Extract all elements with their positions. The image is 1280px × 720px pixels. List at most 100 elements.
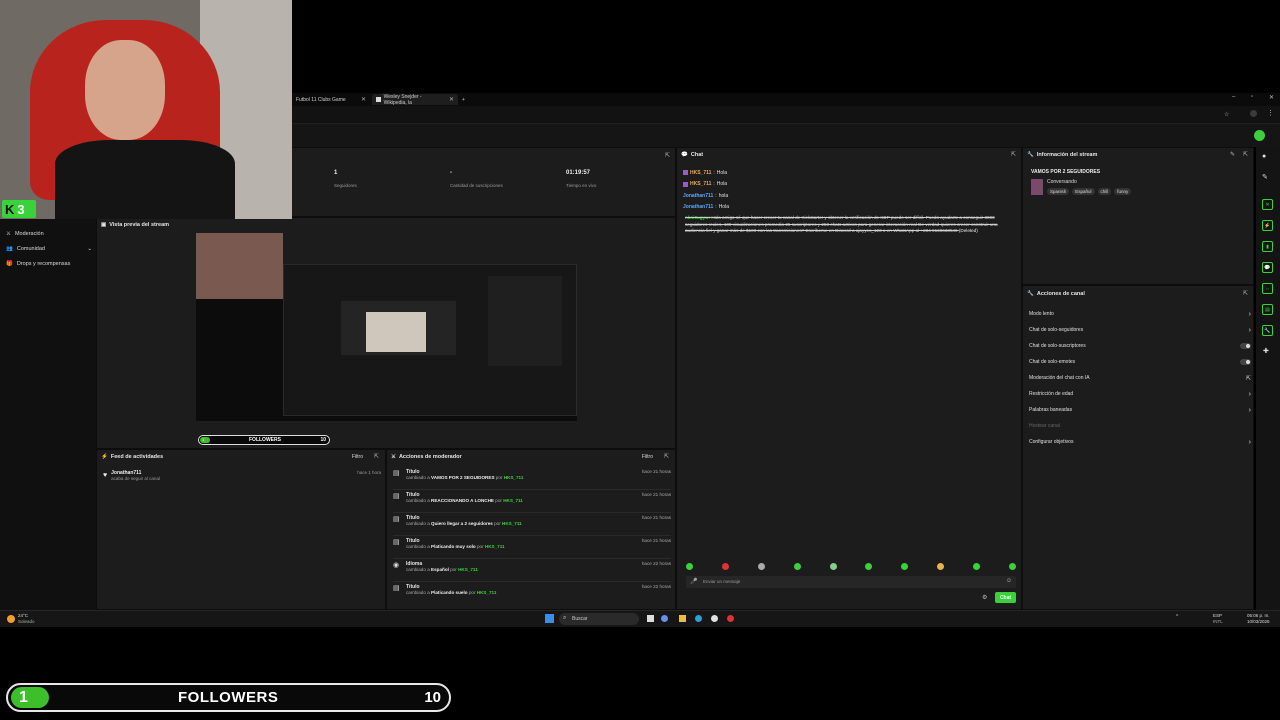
channel-actions-panel: 🔧 Acciones de canal ⇱ Modo lento › Chat de … — [1022, 285, 1254, 610]
popout-icon[interactable]: ⇱ — [665, 152, 670, 159]
mod-action-user[interactable]: HKS_711 — [502, 521, 522, 526]
popout-icon[interactable]: ⇱ — [1011, 151, 1016, 158]
mic-icon[interactable]: 🎤 — [690, 578, 697, 585]
emote-icon[interactable] — [973, 563, 980, 570]
filter-button[interactable]: Filtro — [352, 454, 363, 460]
popout-icon[interactable]: ⇱ — [1243, 290, 1248, 297]
channel-action-6[interactable]: Palabras baneadas › — [1029, 402, 1251, 418]
close-icon[interactable]: ✕ — [361, 96, 366, 103]
chrome-icon[interactable] — [711, 615, 718, 622]
taskview-icon[interactable] — [647, 615, 654, 622]
tag[interactable]: Español — [1072, 188, 1095, 195]
windows-start-icon[interactable] — [545, 614, 554, 623]
mod-action-user[interactable]: HKS_711 — [477, 590, 497, 595]
emote-icon[interactable] — [901, 563, 909, 570]
rail-button[interactable]: ✕ — [1262, 199, 1273, 210]
mod-action-body: Título cambiado a Platicando suelo por HK… — [406, 584, 638, 604]
profile-icon[interactable] — [1250, 110, 1257, 117]
popout-icon[interactable]: ⇱ — [1243, 151, 1248, 158]
emote-icon[interactable] — [686, 563, 693, 570]
folder-icon[interactable] — [679, 615, 686, 622]
channel-action-8[interactable]: Configurar objetivos › — [1029, 434, 1251, 450]
toggle-switch[interactable] — [1240, 359, 1251, 365]
lang[interactable]: ESP — [1213, 613, 1222, 618]
tag[interactable]: funny — [1114, 188, 1132, 195]
toggle-switch[interactable] — [1240, 343, 1251, 349]
mod-action-desc: cambiado a Quiero llegar a 2 seguidores … — [406, 521, 638, 526]
rail-button[interactable]: ⇔ — [1262, 283, 1273, 294]
minimize-icon[interactable]: – — [1232, 94, 1235, 100]
emote-icon[interactable] — [829, 563, 837, 570]
app-icon[interactable] — [727, 615, 734, 622]
edge-icon[interactable] — [695, 615, 702, 622]
tag[interactable]: chill — [1097, 188, 1112, 195]
external-link-icon[interactable]: ⇱ — [1246, 375, 1251, 382]
rail-button[interactable]: 💬 — [1262, 262, 1273, 273]
close-window-icon[interactable]: ✕ — [1269, 94, 1274, 101]
maximize-icon[interactable]: ▫ — [1251, 94, 1253, 100]
emote-icon[interactable] — [793, 563, 801, 570]
mod-action-user[interactable]: HKS_711 — [503, 498, 523, 503]
settings-icon[interactable]: ⚙ — [982, 594, 987, 601]
chat-user[interactable]: Jonathan711 — [683, 193, 713, 199]
channel-action-4[interactable]: Moderación del chat con IA ⇱ — [1029, 370, 1251, 386]
menu-icon[interactable]: ⋮ — [1267, 109, 1274, 117]
browser-tab[interactable]: Futbol 11 Clubs Game ✕ — [292, 94, 370, 105]
new-tab-button[interactable]: + — [458, 94, 470, 105]
rail-icon[interactable]: ✚ — [1263, 347, 1269, 355]
channel-actions-title: 🔧 Acciones de canal — [1027, 291, 1085, 297]
rail-button[interactable]: ▤ — [1262, 304, 1273, 315]
deleted-tag: (Deleted) — [958, 228, 978, 234]
rail-button[interactable]: ⚡ — [1262, 220, 1273, 231]
pencil-icon[interactable]: ✎ — [1262, 173, 1268, 181]
stream-video[interactable] — [196, 233, 577, 421]
mod-action-user[interactable]: HKS_711 — [458, 567, 478, 572]
bolt-icon: ⚡ — [101, 454, 108, 460]
mod-action-body: Título cambiado a VAMOS POR 2 SEGUIDORES … — [406, 469, 638, 489]
popout-icon[interactable]: ⇱ — [374, 453, 379, 460]
sidebar-item-moderacion[interactable]: ⚔ Moderación — [6, 226, 92, 241]
app-icon[interactable] — [661, 615, 668, 622]
emote-icon[interactable] — [937, 563, 945, 570]
channel-action-3[interactable]: Chat de solo-emotes — [1029, 354, 1251, 370]
rail-button[interactable]: 🔧 — [1262, 325, 1273, 336]
tag[interactable]: Spanish — [1047, 188, 1070, 195]
followers-goal-bar: 1 FOLLOWERS 10 — [6, 683, 451, 712]
chevron-right-icon: › — [1248, 310, 1251, 318]
rail-button[interactable]: ▮ — [1262, 241, 1273, 252]
address-bar[interactable]: ☆ ⋮ — [292, 106, 1280, 124]
sidebar-item-comunidad[interactable]: 👥 Comunidad ⌄ — [6, 241, 92, 256]
emote-icon[interactable] — [757, 563, 765, 570]
channel-action-1[interactable]: Chat de solo-seguidores › — [1029, 322, 1251, 338]
users-icon: 👥 — [6, 245, 13, 252]
mod-action-user[interactable]: HKS_711 — [485, 544, 505, 549]
filter-button[interactable]: Filtro — [642, 454, 653, 460]
mod-action-item: ▤ Título cambiado a Quiero llegar a 2 segu… — [393, 515, 671, 535]
sidebar-item-drops[interactable]: 🎁 Drops y recompensas — [6, 256, 92, 271]
mod-action-user[interactable]: HKS_711 — [504, 475, 524, 480]
emote-icon[interactable] — [1008, 563, 1016, 570]
rail-icon[interactable]: ● — [1262, 153, 1266, 160]
browser-tab-active[interactable]: Wesley Snejder - Wikipedia, la ✕ — [372, 94, 458, 106]
close-icon[interactable]: ✕ — [449, 96, 454, 103]
chat-user[interactable]: Jonathan711 — [683, 204, 713, 210]
channel-action-0[interactable]: Modo lento › — [1029, 306, 1251, 322]
emoji-icon[interactable]: ☺ — [1006, 578, 1012, 584]
popout-icon[interactable]: ⇱ — [664, 453, 669, 460]
chat-input[interactable]: 🎤 Enviar un mensaje ☺ — [686, 576, 1016, 588]
taskbar-search[interactable]: ⌕ Buscar — [559, 613, 639, 625]
tray-chevron-icon[interactable]: ^ — [1176, 614, 1178, 620]
send-chat-button[interactable]: Chat — [995, 592, 1016, 603]
edit-icon[interactable]: ✎ — [1230, 151, 1235, 158]
chat-user[interactable]: HKS_711 — [690, 181, 711, 187]
channel-action-2[interactable]: Chat de solo-suscriptores — [1029, 338, 1251, 354]
mod-action-time: hace 21 horas — [641, 469, 671, 474]
mod-action-time: hace 22 horas — [641, 561, 671, 566]
channel-action-5[interactable]: Restricción de edad › — [1029, 386, 1251, 402]
star-icon[interactable]: ☆ — [1224, 111, 1229, 118]
chat-user[interactable]: HKS_711 — [690, 170, 711, 176]
emote-icon[interactable] — [865, 563, 873, 570]
emote-icon[interactable] — [721, 563, 729, 570]
avatar[interactable] — [1254, 130, 1265, 141]
channel-action-7[interactable]: Hostear canal — [1029, 418, 1251, 434]
